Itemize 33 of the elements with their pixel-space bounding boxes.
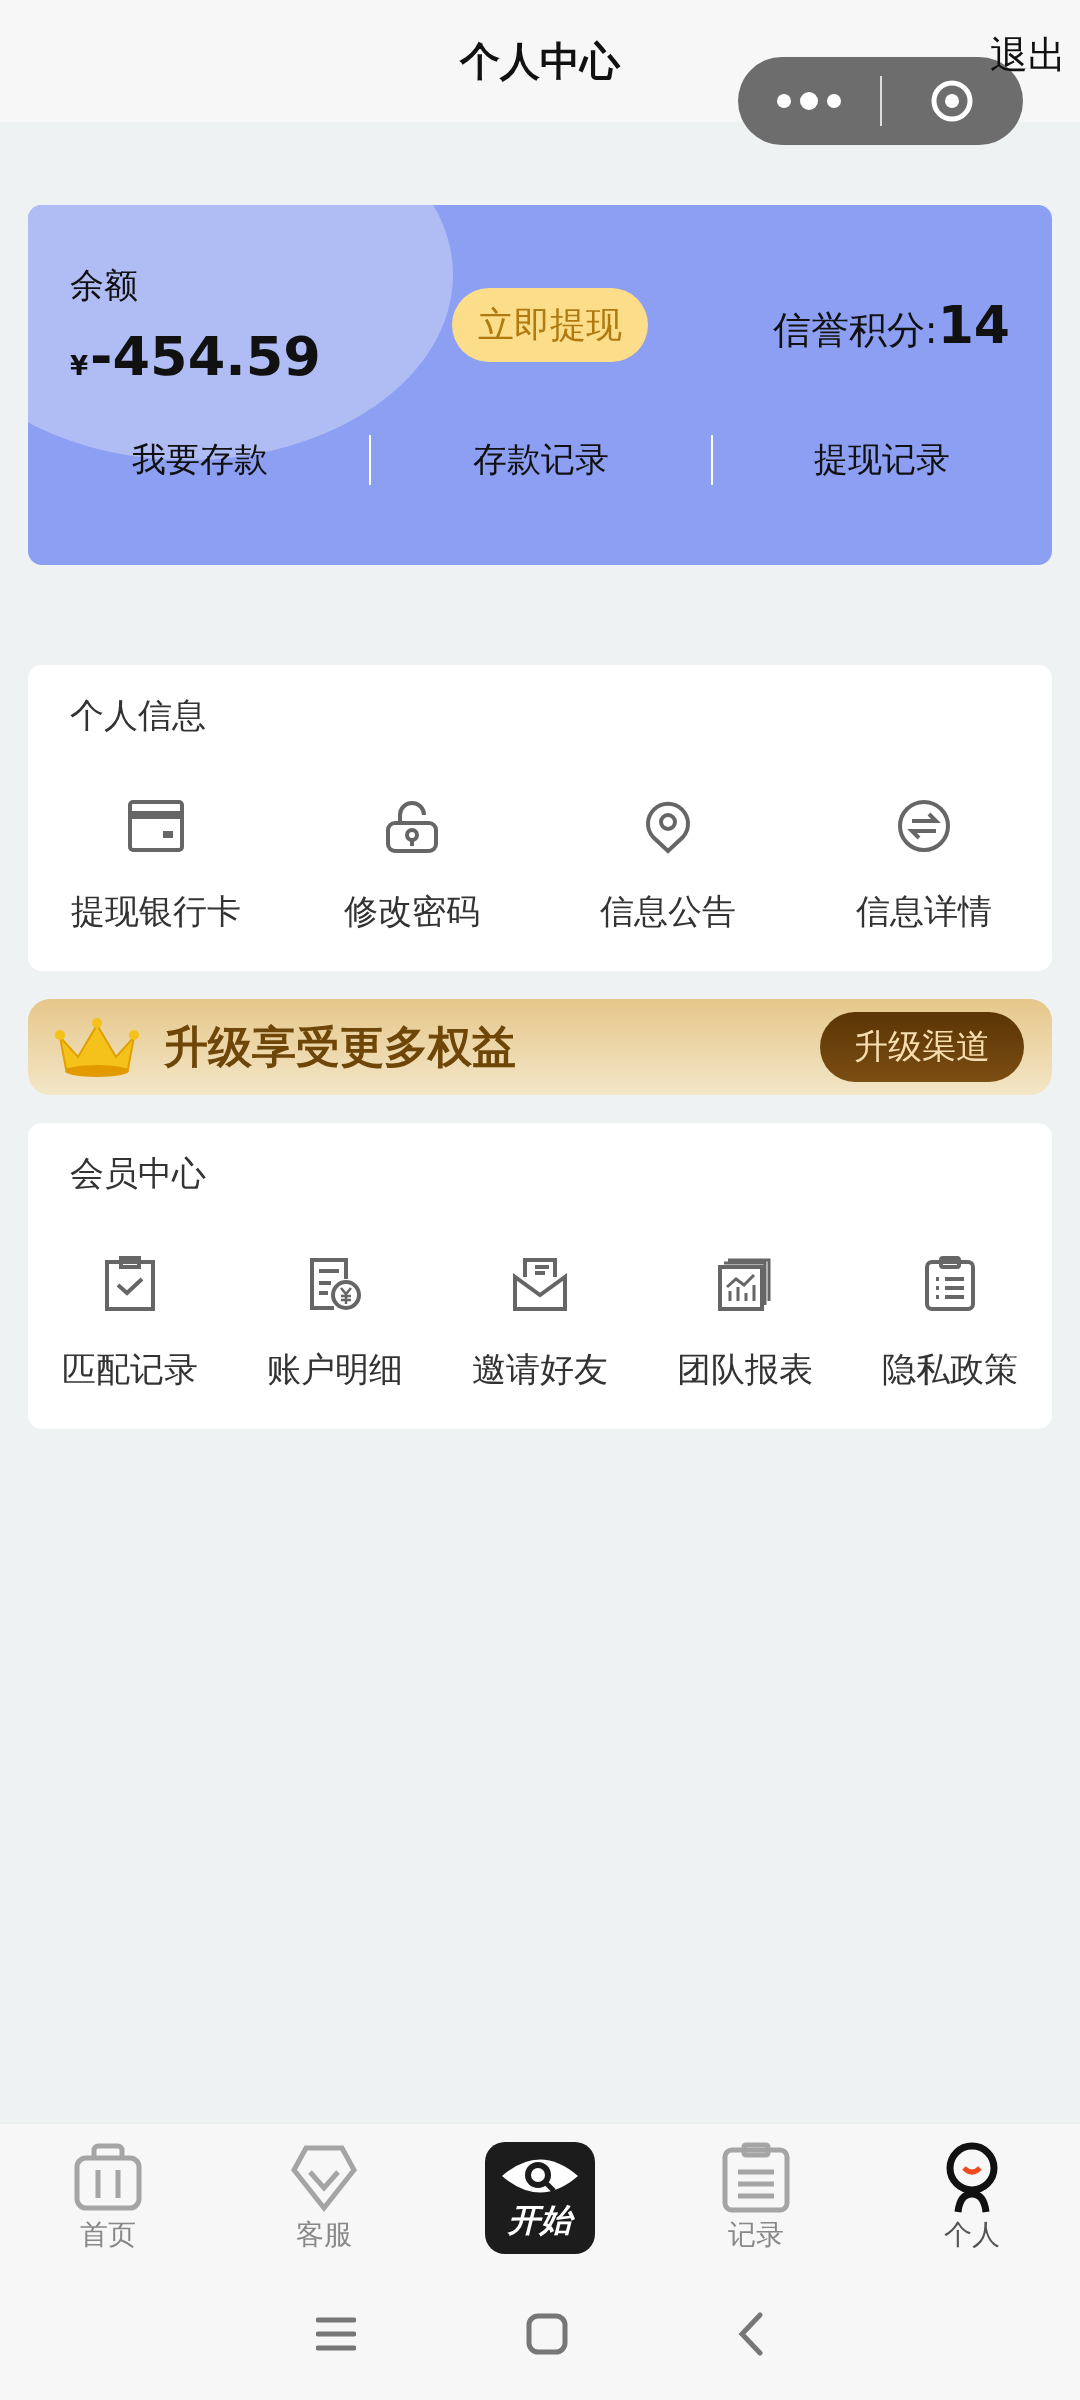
suitcase-icon <box>72 2142 144 2214</box>
banner-text: 升级享受更多权益 <box>164 1019 516 1074</box>
card-link[interactable]: 存款记录 <box>369 435 711 485</box>
bank-card-icon <box>127 797 185 855</box>
section-title: 会员中心 <box>69 1152 207 1195</box>
clipboard-icon <box>720 2142 792 2214</box>
menu-item[interactable]: 匹配记录 <box>28 1255 233 1393</box>
page-title: 个人中心 <box>460 36 620 86</box>
menu-item[interactable]: 隐私政策 <box>847 1255 1052 1393</box>
logout-button[interactable]: 退出 <box>990 30 1066 81</box>
upgrade-button[interactable]: 升级渠道 <box>820 1012 1024 1082</box>
menu-item[interactable]: 账户明细 <box>232 1255 438 1393</box>
card-link[interactable]: 提现记录 <box>710 435 1052 485</box>
menu-item[interactable]: 信息详情 <box>796 797 1052 935</box>
back-icon[interactable] <box>738 2311 764 2356</box>
menu-item[interactable]: 提现银行卡 <box>28 797 284 935</box>
menu-item[interactable]: 修改密码 <box>284 797 540 935</box>
start-button[interactable]: 开始 <box>485 2142 595 2254</box>
balance-amount: ¥-454.59 <box>70 324 322 388</box>
home-icon[interactable] <box>526 2312 568 2355</box>
balance-label: 余额 <box>70 263 139 307</box>
crown-icon <box>54 1015 140 1079</box>
menu-item[interactable]: 信息公告 <box>540 797 796 935</box>
card-link[interactable]: 我要存款 <box>28 435 370 485</box>
credit-score: 信誉积分:14 <box>772 294 1010 356</box>
exchange-icon <box>895 797 953 855</box>
menu-item[interactable]: 团队报表 <box>642 1255 848 1393</box>
menu-item[interactable]: 邀请好友 <box>437 1255 643 1393</box>
target-icon <box>930 79 975 123</box>
menu-icon[interactable] <box>316 2315 356 2352</box>
section-title: 个人信息 <box>69 694 207 737</box>
tab-item[interactable]: 个人 <box>864 2142 1080 2267</box>
envelope-icon <box>511 1255 569 1313</box>
